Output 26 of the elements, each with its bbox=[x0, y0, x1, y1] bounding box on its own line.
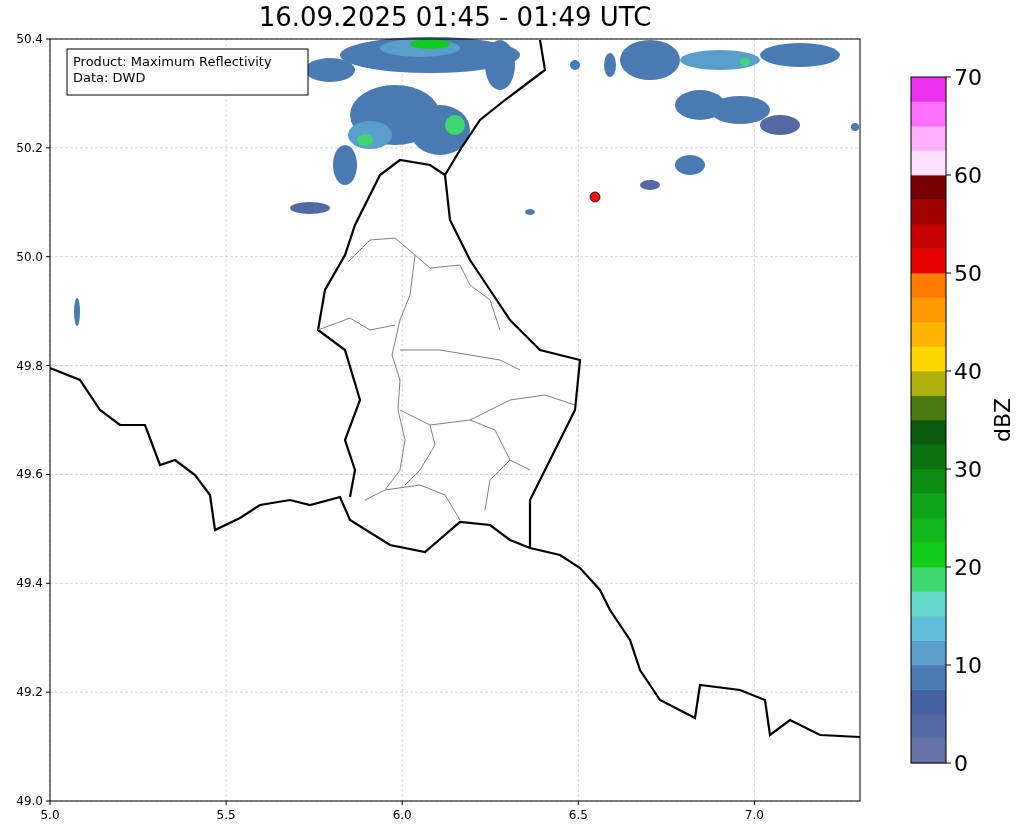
y-axis-tick-label: 50.0 bbox=[16, 249, 43, 264]
colorbar-tick-label: 10 bbox=[954, 653, 982, 678]
colorbar-tick-label: 50 bbox=[954, 261, 982, 286]
colorbar-tick-label: 30 bbox=[954, 457, 982, 482]
colorbar-tick-label: 60 bbox=[954, 163, 982, 188]
y-axis-tick-label: 49.4 bbox=[16, 576, 43, 591]
plot-title: 16.09.2025 01:45 - 01:49 UTC bbox=[258, 2, 652, 32]
y-axis-tick-label: 49.8 bbox=[16, 358, 43, 373]
x-axis-tick-label: 6.5 bbox=[568, 808, 588, 822]
colorbar-tick-label: 20 bbox=[954, 555, 982, 580]
y-axis-tick-label: 50.2 bbox=[16, 140, 43, 155]
y-axis-tick-label: 49.0 bbox=[16, 794, 43, 808]
y-axis-tick-label: 49.2 bbox=[16, 685, 43, 700]
info-text: Data: DWD bbox=[73, 70, 146, 85]
y-axis-tick-label: 50.4 bbox=[16, 32, 43, 46]
colorbar-tick-label: 40 bbox=[954, 359, 982, 384]
x-axis-tick-label: 6.0 bbox=[392, 808, 412, 822]
x-axis-tick-label: 7.0 bbox=[744, 808, 764, 822]
colorbar-tick-label: 0 bbox=[954, 751, 968, 776]
colorbar-tick-label: 70 bbox=[954, 65, 982, 90]
y-axis-tick-label: 49.6 bbox=[16, 467, 43, 482]
colorbar-label: dBZ bbox=[990, 397, 1015, 443]
x-axis-tick-label: 5.5 bbox=[216, 808, 236, 822]
x-axis-tick-label: 5.0 bbox=[40, 808, 60, 822]
location-marker bbox=[589, 191, 601, 203]
info-text: Product: Maximum Reflectivity bbox=[73, 54, 272, 69]
